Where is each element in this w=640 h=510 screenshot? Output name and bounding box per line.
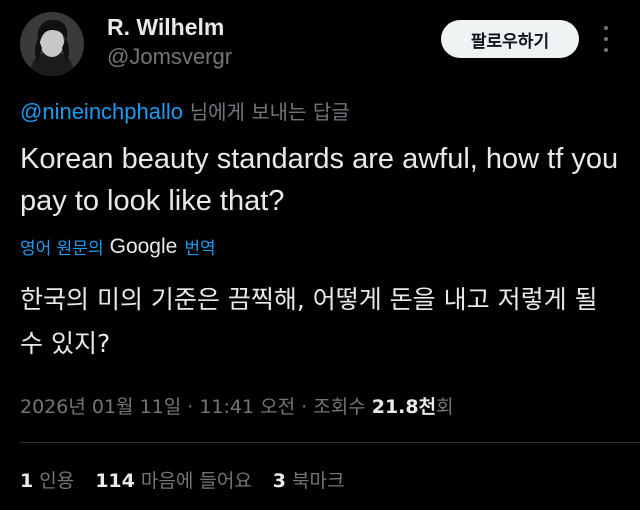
avatar-illustration bbox=[20, 12, 84, 76]
stats-divider bbox=[20, 442, 640, 443]
reply-mention-link[interactable]: @nineinchphallo bbox=[20, 99, 183, 124]
more-dot bbox=[604, 26, 608, 30]
views-count: 21.8천 bbox=[371, 396, 437, 418]
author-avatar[interactable] bbox=[20, 12, 84, 76]
bookmarks-label: 북마크 bbox=[292, 470, 345, 492]
translated-text: 한국의 미의 기준은 끔찍해, 어떻게 돈을 내고 저렇게 될 수 있지? bbox=[20, 285, 598, 358]
more-dot bbox=[604, 37, 608, 41]
quotes-label: 인용 bbox=[39, 470, 75, 492]
engagement-stats: 1 인용 114 마음에 들어요 3 북마크 bbox=[20, 466, 365, 493]
bookmarks-stat[interactable]: 3 북마크 bbox=[273, 466, 345, 493]
quotes-stat[interactable]: 1 인용 bbox=[20, 466, 74, 493]
likes-count: 114 bbox=[95, 470, 135, 492]
quotes-count: 1 bbox=[20, 470, 34, 492]
reply-context: @nineinchphallo 님에게 보내는 답글 bbox=[20, 96, 350, 125]
views-suffix: 회 bbox=[436, 396, 454, 418]
translation-suffix: 번역 bbox=[184, 239, 216, 259]
google-logo: Google bbox=[109, 234, 178, 258]
more-dot bbox=[604, 48, 608, 52]
likes-label: 마음에 들어요 bbox=[140, 470, 252, 492]
reply-suffix: 님에게 보내는 답글 bbox=[189, 100, 350, 124]
tweet-meta: 2026년 01월 11일 · 11:41 오전 · 조회수 21.8천회 bbox=[20, 392, 454, 419]
translation-prefix: 영어 원문의 bbox=[20, 239, 104, 259]
author-handle[interactable]: @Jomsvergr bbox=[107, 44, 232, 70]
bookmarks-count: 3 bbox=[272, 470, 287, 492]
tweet-text: Korean beauty standards are awful, how t… bbox=[20, 143, 619, 217]
author-display-name[interactable]: R. Wilhelm bbox=[107, 14, 224, 41]
more-options-icon[interactable] bbox=[598, 26, 614, 52]
follow-button[interactable]: 팔로우하기 bbox=[441, 20, 579, 58]
likes-stat[interactable]: 114 마음에 들어요 bbox=[95, 466, 252, 493]
translation-attribution[interactable]: 영어 원문의 Google 번역 bbox=[20, 234, 216, 260]
tweet-timestamp[interactable]: 2026년 01월 11일 · 11:41 오전 · 조회수 bbox=[20, 396, 366, 418]
